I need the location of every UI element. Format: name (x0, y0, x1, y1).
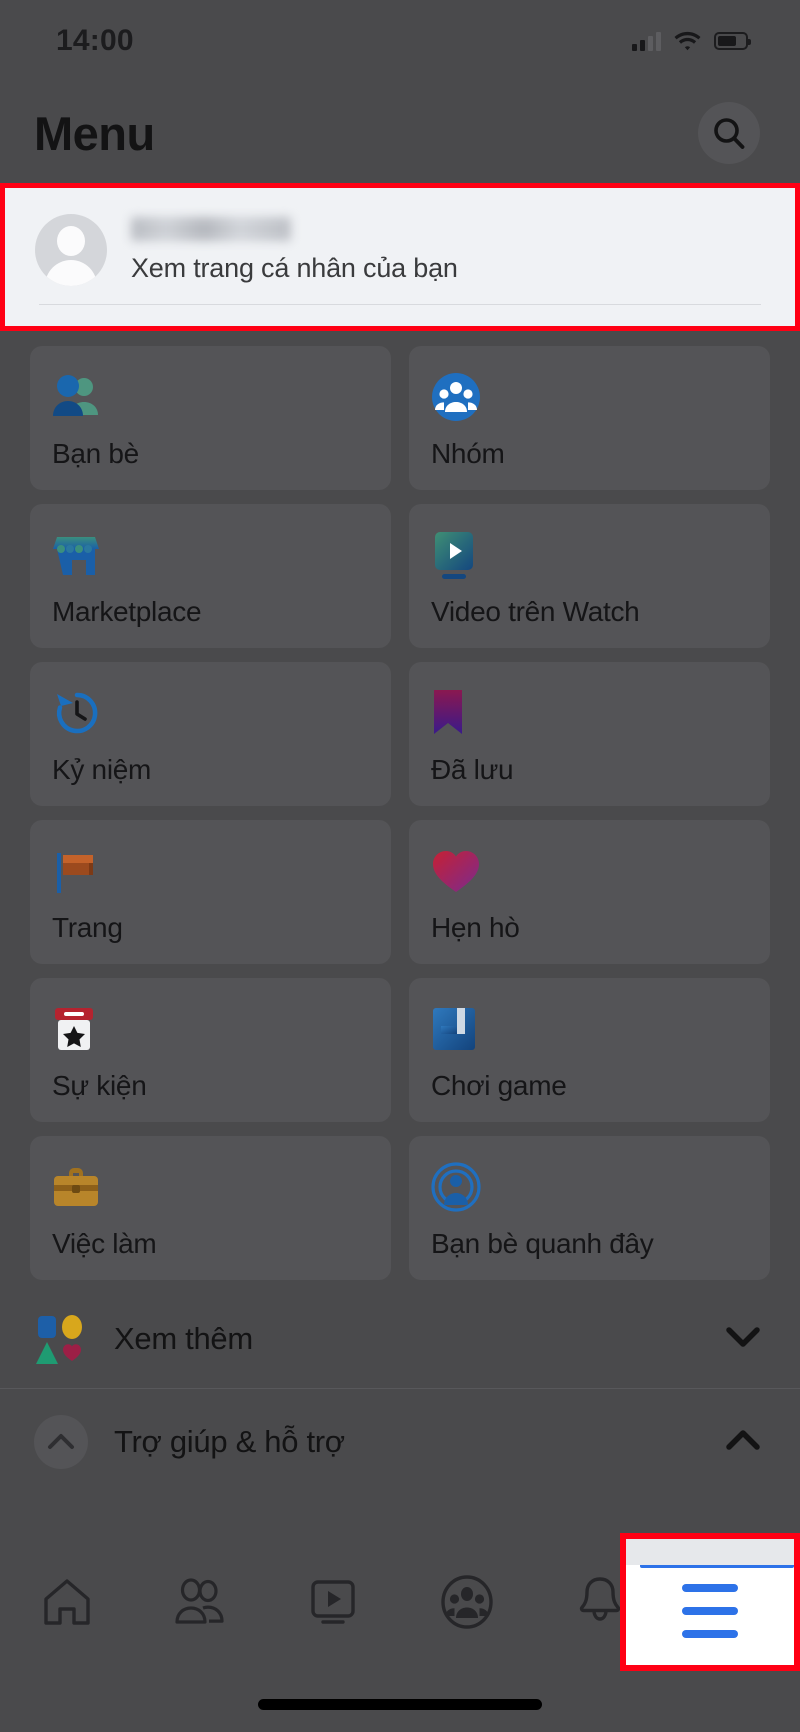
menu-tile-groups[interactable]: Nhóm (409, 346, 770, 490)
memories-clock-icon (52, 686, 369, 740)
friends-icon (52, 370, 369, 424)
menu-body: Bạn bè Nhóm Marketplace Video trên Watch… (0, 331, 800, 1553)
marketplace-icon (52, 528, 369, 582)
groups-icon (431, 370, 748, 424)
search-button[interactable] (698, 102, 760, 164)
menu-tab-top-strip (626, 1539, 794, 1565)
battery-icon (714, 32, 751, 50)
status-bar: 14:00 (0, 0, 800, 82)
menu-tile-label: Trang (52, 912, 123, 943)
see-more-label: Xem thêm (114, 1321, 253, 1356)
menu-tile-marketplace[interactable]: Marketplace (30, 504, 391, 648)
home-icon (43, 1579, 90, 1625)
chevron-down-icon[interactable] (726, 1326, 760, 1353)
see-more-row[interactable]: Xem thêm (0, 1290, 800, 1388)
help-and-support-row[interactable]: Trợ giúp & hỗ trợ (0, 1389, 800, 1479)
menu-tile-jobs[interactable]: Việc làm (30, 1136, 391, 1280)
menu-tile-label: Bạn bè (52, 438, 139, 469)
events-calendar-icon (52, 1002, 369, 1056)
bell-icon (579, 1577, 621, 1621)
dating-heart-icon (431, 844, 748, 898)
default-avatar-icon (35, 214, 107, 286)
menu-tile-events[interactable]: Sự kiện (30, 978, 391, 1122)
menu-tile-gaming[interactable]: Chơi game (409, 978, 770, 1122)
status-time: 14:00 (56, 24, 134, 57)
profile-row[interactable]: Xem trang cá nhân của bạn (5, 188, 795, 298)
jobs-briefcase-icon (52, 1160, 369, 1214)
groups-outline-icon (440, 1575, 493, 1629)
watch-tab[interactable] (267, 1553, 400, 1651)
watch-video-icon (431, 528, 748, 582)
menu-tile-label: Bạn bè quanh đây (431, 1228, 654, 1259)
watch-play-icon (311, 1580, 356, 1624)
menu-tile-saved[interactable]: Đã lưu (409, 662, 770, 806)
page-header: Menu (0, 82, 800, 184)
home-tab[interactable] (0, 1553, 133, 1651)
groups-tab[interactable] (400, 1553, 533, 1651)
profile-section-highlight[interactable]: Xem trang cá nhân của bạn (0, 183, 800, 331)
status-indicators (632, 31, 751, 51)
page-title: Menu (34, 106, 155, 160)
search-icon (714, 118, 745, 149)
pages-flag-icon (52, 844, 369, 898)
menu-tile-label: Việc làm (52, 1228, 157, 1259)
view-profile-label[interactable]: Xem trang cá nhân của bạn (131, 253, 458, 284)
menu-tile-memories[interactable]: Kỷ niệm (30, 662, 391, 806)
help-circle-icon (34, 1415, 88, 1469)
phone-screen: 14:00 Menu Xem trang cá nhân của bạn Bạn… (0, 0, 800, 1732)
wifi-icon (674, 31, 701, 51)
menu-tile-dating[interactable]: Hẹn hò (409, 820, 770, 964)
cellular-signal-icon (632, 31, 661, 51)
hamburger-menu-icon[interactable] (682, 1584, 738, 1638)
profile-name (131, 216, 291, 241)
profile-divider (39, 304, 761, 305)
friends-outline-icon (175, 1578, 224, 1624)
gaming-icon (431, 1002, 748, 1056)
menu-tile-nearby-friends[interactable]: Bạn bè quanh đây (409, 1136, 770, 1280)
menu-grid: Bạn bè Nhóm Marketplace Video trên Watch… (0, 331, 800, 1280)
menu-tile-label: Sự kiện (52, 1070, 147, 1101)
saved-bookmark-icon (431, 686, 748, 740)
menu-tile-label: Đã lưu (431, 754, 514, 785)
menu-tile-label: Nhóm (431, 438, 505, 469)
menu-tile-friends[interactable]: Bạn bè (30, 346, 391, 490)
help-and-support-label: Trợ giúp & hỗ trợ (114, 1424, 345, 1459)
shapes-icon (34, 1312, 88, 1366)
friends-tab[interactable] (133, 1553, 266, 1651)
menu-tile-watch[interactable]: Video trên Watch (409, 504, 770, 648)
menu-tile-label: Chơi game (431, 1070, 567, 1101)
menu-tile-label: Hẹn hò (431, 912, 520, 943)
menu-tile-label: Kỷ niệm (52, 754, 152, 785)
home-indicator (258, 1699, 542, 1710)
menu-tile-label: Marketplace (52, 596, 202, 627)
menu-tile-label: Video trên Watch (431, 596, 640, 627)
nearby-friends-icon (431, 1160, 748, 1214)
menu-tile-pages[interactable]: Trang (30, 820, 391, 964)
profile-texts: Xem trang cá nhân của bạn (131, 216, 458, 284)
chevron-up-icon[interactable] (726, 1429, 760, 1456)
